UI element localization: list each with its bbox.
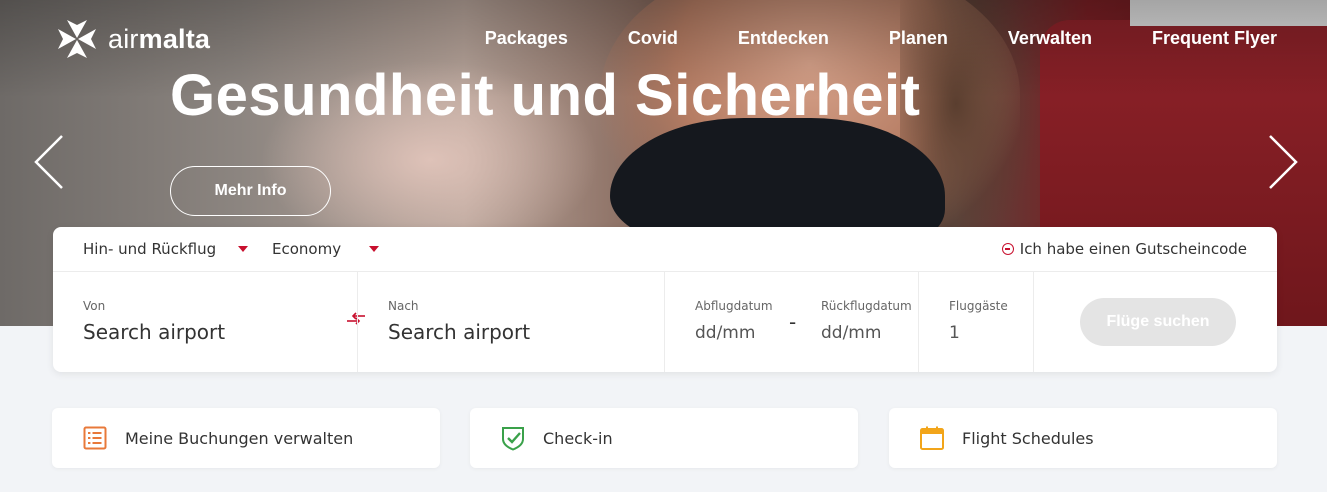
main-nav: Packages Covid Entdecken Planen Verwalte… bbox=[425, 28, 1277, 49]
nav-item-planen[interactable]: Planen bbox=[889, 28, 948, 49]
quick-link-label: Meine Buchungen verwalten bbox=[125, 428, 354, 448]
maltese-cross-icon bbox=[58, 20, 96, 58]
field-divider bbox=[1033, 272, 1034, 372]
cabin-class-dropdown[interactable]: Economy bbox=[272, 240, 380, 258]
quick-link-flight-schedules[interactable]: Flight Schedules bbox=[889, 408, 1277, 468]
shield-check-icon bbox=[500, 425, 526, 451]
quick-link-label: Check-in bbox=[543, 428, 613, 448]
field-divider bbox=[918, 272, 919, 372]
calendar-icon bbox=[919, 425, 945, 451]
to-input[interactable]: Search airport bbox=[388, 320, 530, 344]
minus-circle-icon bbox=[1001, 243, 1014, 255]
search-options-bar: Hin- und Rückflug Economy Ich habe einen… bbox=[53, 227, 1277, 272]
chevron-down-icon bbox=[369, 246, 380, 252]
departure-date-label: Abflugdatum bbox=[695, 299, 773, 313]
search-flights-button[interactable]: Flüge suchen bbox=[1080, 298, 1236, 346]
quick-link-check-in[interactable]: Check-in bbox=[470, 408, 858, 468]
return-date-label: Rückflugdatum bbox=[821, 299, 912, 313]
from-label: Von bbox=[83, 299, 106, 313]
trip-type-dropdown[interactable]: Hin- und Rückflug bbox=[83, 240, 249, 258]
to-label: Nach bbox=[388, 299, 419, 313]
airmalta-logo[interactable]: airmalta bbox=[54, 16, 210, 62]
nav-item-packages[interactable]: Packages bbox=[485, 28, 568, 49]
chevron-down-icon bbox=[238, 246, 249, 252]
search-fields: Von Search airport Nach Search airport A… bbox=[53, 272, 1277, 372]
hero-title: Gesundheit und Sicherheit bbox=[170, 63, 921, 128]
from-input[interactable]: Search airport bbox=[83, 320, 225, 344]
nav-item-covid[interactable]: Covid bbox=[628, 28, 678, 49]
flight-search-card: Hin- und Rückflug Economy Ich habe einen… bbox=[53, 227, 1277, 372]
cabin-class-value: Economy bbox=[272, 240, 342, 258]
swap-airports-icon[interactable] bbox=[345, 312, 367, 326]
trip-type-value: Hin- und Rückflug bbox=[83, 240, 217, 258]
nav-item-entdecken[interactable]: Entdecken bbox=[738, 28, 829, 49]
passengers-label: Fluggäste bbox=[949, 299, 1008, 313]
quick-link-manage-bookings[interactable]: Meine Buchungen verwalten bbox=[52, 408, 440, 468]
more-info-button[interactable]: Mehr Info bbox=[170, 166, 331, 216]
return-date-input[interactable]: dd/mm bbox=[821, 323, 881, 343]
carousel-prev-icon[interactable] bbox=[32, 132, 72, 192]
departure-date-input[interactable]: dd/mm bbox=[695, 323, 755, 343]
field-divider bbox=[357, 272, 358, 372]
list-icon bbox=[82, 425, 108, 451]
passengers-input[interactable]: 1 bbox=[949, 323, 960, 343]
field-divider bbox=[664, 272, 665, 372]
voucher-label: Ich habe einen Gutscheincode bbox=[1019, 240, 1247, 258]
date-separator: - bbox=[789, 310, 797, 334]
voucher-toggle[interactable]: Ich habe einen Gutscheincode bbox=[1001, 240, 1247, 258]
brand-wordmark: airmalta bbox=[108, 23, 211, 54]
quick-link-label: Flight Schedules bbox=[962, 428, 1094, 448]
nav-item-frequent-flyer[interactable]: Frequent Flyer bbox=[1152, 28, 1277, 49]
carousel-next-icon[interactable] bbox=[1262, 132, 1302, 192]
nav-item-verwalten[interactable]: Verwalten bbox=[1008, 28, 1092, 49]
